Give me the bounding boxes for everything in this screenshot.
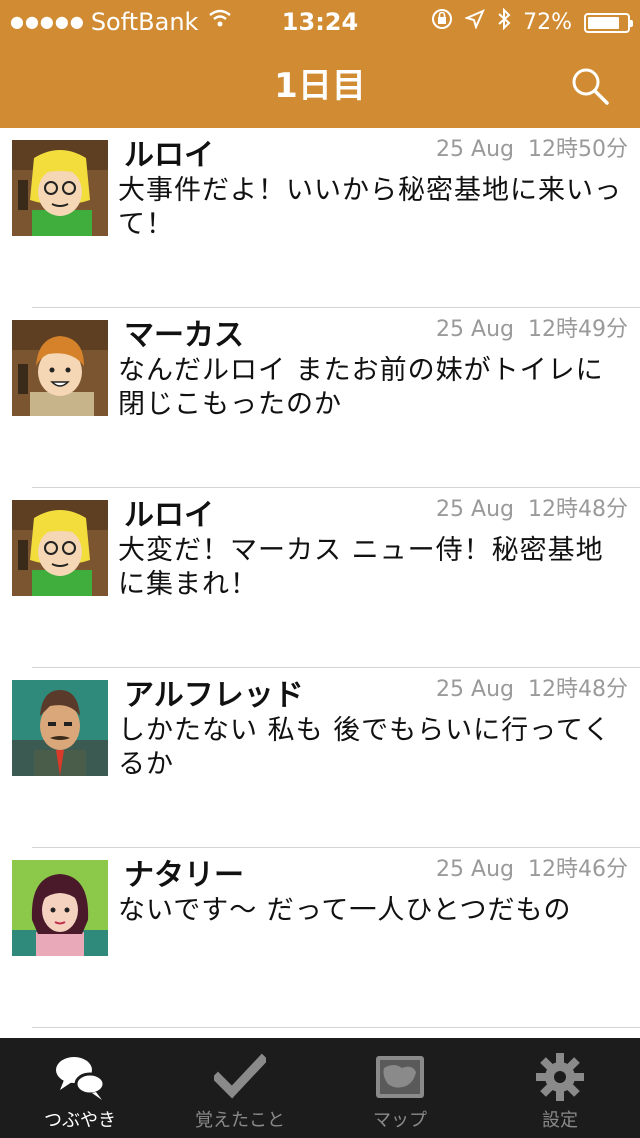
time: 12時46分	[528, 857, 628, 882]
sender-name: アルフレッド	[124, 678, 304, 713]
gear-icon	[534, 1052, 586, 1102]
sender-name: ナタリー	[124, 858, 244, 893]
sender-name: マーカス	[124, 318, 244, 353]
time: 12時48分	[528, 497, 628, 522]
timestamp: 25 Aug 12時49分	[436, 314, 628, 346]
message-text: 大変だ！マーカス ニュー侍！秘密基地に集まれ！	[118, 535, 604, 600]
tab-label: つぶやき	[44, 1110, 116, 1131]
message-feed[interactable]: ルロイ 25 Aug 12時50分 大事件だよ！いいから秘密基地に来いって！ マ…	[0, 128, 640, 1038]
list-item[interactable]: ルロイ 25 Aug 12時48分 大変だ！マーカス ニュー侍！秘密基地に集まれ…	[0, 488, 640, 668]
list-item[interactable]: ナタリー 25 Aug 12時46分 ないです～ だって一人ひとつだもの	[0, 848, 640, 1028]
page-title: 1日目	[274, 66, 366, 106]
tab-label: 覚えたこと	[195, 1110, 285, 1131]
battery-icon	[584, 13, 633, 33]
timestamp: 25 Aug 12時48分	[436, 674, 628, 706]
tab-learned[interactable]: 覚えたこと	[160, 1038, 320, 1138]
status-bar: ●●●●● SoftBank 13:24 72%	[0, 0, 640, 44]
chat-bubbles-icon	[54, 1052, 106, 1102]
checkmark-icon	[211, 1052, 269, 1102]
tab-label: マップ	[373, 1110, 427, 1131]
date: 25 Aug	[436, 677, 514, 702]
timestamp: 25 Aug 12時46分	[436, 854, 628, 886]
orientation-lock-icon	[431, 8, 453, 38]
bluetooth-icon	[497, 7, 511, 38]
sender-name: ルロイ	[124, 498, 214, 533]
time: 12時49分	[528, 317, 628, 342]
avatar	[12, 320, 108, 416]
time: 12時48分	[528, 677, 628, 702]
message-text: ないです～ だって一人ひとつだもの	[118, 895, 572, 926]
avatar	[12, 500, 108, 596]
timestamp: 25 Aug 12時50分	[436, 134, 628, 166]
message-text: 大事件だよ！いいから秘密基地に来いって！	[118, 175, 622, 240]
search-icon[interactable]	[570, 66, 610, 106]
navigation-bar: 1日目	[0, 44, 640, 128]
list-item[interactable]: ルロイ 25 Aug 12時50分 大事件だよ！いいから秘密基地に来いって！	[0, 128, 640, 308]
time: 12時50分	[528, 137, 628, 162]
list-item[interactable]: アルフレッド 25 Aug 12時48分 しかたない 私も 後でもらいに行ってく…	[0, 668, 640, 848]
date: 25 Aug	[436, 497, 514, 522]
avatar	[12, 680, 108, 776]
tab-settings[interactable]: 設定	[480, 1038, 640, 1138]
tab-tweets[interactable]: つぶやき	[0, 1038, 160, 1138]
sender-name: ルロイ	[124, 138, 214, 173]
tab-label: 設定	[542, 1110, 578, 1131]
avatar	[12, 140, 108, 236]
message-text: なんだルロイ またお前の妹がトイレに閉じこもったのか	[118, 355, 604, 420]
battery-percent: 72%	[523, 10, 572, 35]
timestamp: 25 Aug 12時48分	[436, 494, 628, 526]
date: 25 Aug	[436, 317, 514, 342]
divider	[32, 1027, 640, 1028]
date: 25 Aug	[436, 137, 514, 162]
status-right: 72%	[431, 7, 633, 38]
avatar	[12, 860, 108, 956]
map-icon	[374, 1052, 426, 1102]
list-item[interactable]: マーカス 25 Aug 12時49分 なんだルロイ またお前の妹がトイレに閉じこ…	[0, 308, 640, 488]
tab-map[interactable]: マップ	[320, 1038, 480, 1138]
location-icon	[464, 9, 486, 37]
date: 25 Aug	[436, 857, 514, 882]
tab-bar: つぶやき 覚えたこと マップ 設定	[0, 1038, 640, 1138]
message-text: しかたない 私も 後でもらいに行ってくるか	[118, 715, 612, 780]
